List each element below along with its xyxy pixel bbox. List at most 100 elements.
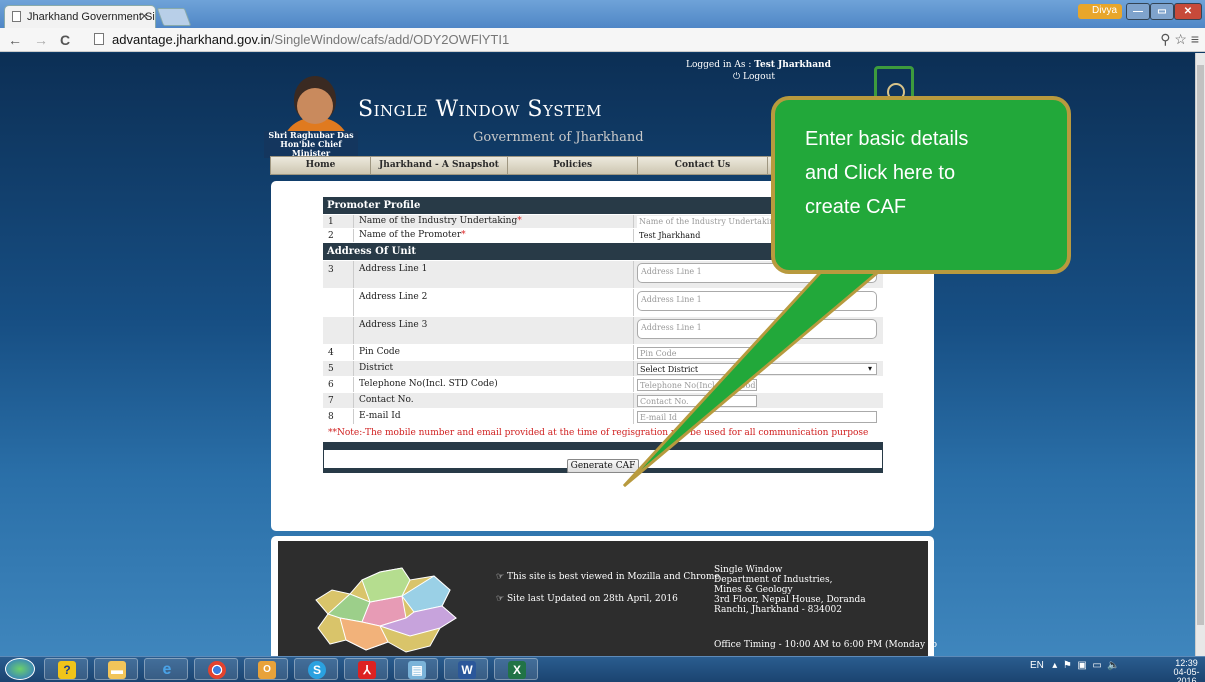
- chief-minister-caption: Shri Raghubar Das Hon'ble Chief Minister: [264, 131, 358, 158]
- footer-note-updated-text: Site last Updated on 28th April, 2016: [506, 594, 678, 604]
- contact-no-field[interactable]: Contact No.: [633, 393, 883, 408]
- email-input[interactable]: E-mail Id: [637, 411, 877, 423]
- address-line: Single Window: [714, 565, 783, 575]
- telephone-input[interactable]: Telephone No(Incl. STD Code): [637, 379, 757, 391]
- jharkhand-map-image: [315, 567, 457, 653]
- row-number: [323, 317, 353, 344]
- help-app[interactable]: ?: [44, 658, 88, 680]
- promoter-name-input[interactable]: Test Jharkhand: [637, 230, 779, 242]
- email-field[interactable]: E-mail Id: [633, 409, 883, 424]
- row-number: 3: [328, 265, 334, 275]
- word-app[interactable]: W: [444, 658, 488, 680]
- skype-icon: S: [308, 661, 326, 679]
- office-timing: Office Timing - 10:00 AM to 6:00 PM (Mon…: [714, 640, 938, 650]
- district-select[interactable]: Select District: [637, 363, 877, 375]
- row-number: 5: [328, 364, 334, 374]
- internet-explorer-icon: e: [162, 661, 172, 678]
- pin-code-field[interactable]: Pin Code: [633, 345, 883, 360]
- minimize-button[interactable]: —: [1126, 3, 1150, 20]
- address-line: Mines & Geology: [714, 585, 793, 595]
- address-line-2-input[interactable]: Address Line 1: [637, 291, 877, 311]
- logout-link[interactable]: ⏻ Logout: [733, 72, 775, 82]
- field-label: Name of the Industry Undertaking*: [353, 215, 633, 228]
- url-field[interactable]: advantage.jharkhand.gov.in/SingleWindow/…: [88, 30, 1168, 49]
- generate-caf-button[interactable]: Generate CAF: [566, 459, 640, 473]
- skype-app[interactable]: S: [294, 658, 338, 680]
- form-row: 6 Telephone No(Incl. STD Code) Telephone…: [323, 376, 883, 392]
- close-window-button[interactable]: ✕: [1174, 3, 1202, 20]
- scrollbar[interactable]: [1195, 53, 1205, 656]
- excel-app[interactable]: X: [494, 658, 538, 680]
- logout-label: Logout: [743, 72, 775, 82]
- reload-icon[interactable]: C: [60, 32, 70, 48]
- contact-no-input[interactable]: Contact No.: [637, 395, 757, 407]
- word-icon: W: [458, 661, 476, 679]
- tab-title: Jharkhand Government Si: [27, 11, 155, 23]
- system-tray[interactable]: EN ▴ ⚑ ▣ ▭ 🔈: [1030, 660, 1120, 671]
- field-label: Contact No.: [353, 393, 633, 408]
- industry-name-input[interactable]: Name of the Industry Undertaking: [637, 216, 779, 228]
- maximize-button[interactable]: ▭: [1150, 3, 1174, 20]
- generate-row: Generate CAF: [323, 450, 883, 473]
- nav-contact[interactable]: Contact Us: [638, 157, 768, 174]
- nav-policies[interactable]: Policies: [508, 157, 638, 174]
- chrome-icon: [208, 661, 226, 679]
- acrobat-app[interactable]: ⅄: [344, 658, 388, 680]
- tray-icons[interactable]: ▴ ⚑ ▣ ▭ 🔈: [1047, 660, 1120, 671]
- pointing-hand-icon: ☞: [496, 572, 507, 582]
- clock-date: 04-05-2016: [1173, 667, 1200, 682]
- address-line: Ranchi, Jharkhand - 834002: [714, 605, 842, 615]
- footer-note-browser-text: This site is best viewed in Mozilla and …: [506, 572, 720, 582]
- site-title: Single Window System: [358, 97, 602, 122]
- footer-address: Single Window Department of Industries, …: [714, 565, 866, 615]
- address-line-2-field[interactable]: Address Line 1: [633, 289, 883, 316]
- field-label: Name of the Promoter*: [353, 229, 633, 242]
- address-bar-row: ← → C advantage.jharkhand.gov.in/SingleW…: [0, 28, 1205, 52]
- scrollbar-thumb[interactable]: [1197, 65, 1204, 625]
- help-icon: ?: [58, 661, 76, 679]
- nav-home[interactable]: Home: [271, 157, 371, 174]
- address-line-3-input[interactable]: Address Line 1: [637, 319, 877, 339]
- excel-icon: X: [508, 661, 526, 679]
- footer-note-browser: ☞ This site is best viewed in Mozilla an…: [496, 572, 720, 582]
- pin-code-input[interactable]: Pin Code: [637, 347, 757, 359]
- taskbar-clock[interactable]: 12:39 04-05-2016: [1168, 659, 1205, 682]
- forward-icon[interactable]: →: [34, 32, 48, 48]
- telephone-field[interactable]: Telephone No(Incl. STD Code): [633, 377, 883, 392]
- address-line: 3rd Floor, Nepal House, Doranda: [714, 595, 866, 605]
- notepad-app[interactable]: ▤: [394, 658, 438, 680]
- address-line-3-field[interactable]: Address Line 1: [633, 317, 883, 344]
- field-label: Pin Code: [353, 345, 633, 360]
- back-icon[interactable]: ←: [8, 32, 22, 48]
- zoom-star-menu-icons[interactable]: ⚲ ☆ ≡: [1160, 31, 1199, 48]
- field-label: District: [353, 361, 633, 376]
- start-button[interactable]: [5, 658, 35, 680]
- url-path: /SingleWindow/cafs/add/ODY2OWFlYTI1: [270, 32, 510, 47]
- close-tab-icon[interactable]: ✕: [140, 10, 149, 23]
- internet-explorer-app[interactable]: e: [144, 658, 188, 680]
- browser-tab[interactable]: Jharkhand Government Si ✕: [4, 5, 156, 28]
- field-label: E-mail Id: [353, 409, 633, 424]
- logged-in-label: Logged in As :: [686, 60, 752, 70]
- form-row: Address Line 2 Address Line 1: [323, 288, 883, 316]
- form-divider: [323, 442, 883, 450]
- district-field[interactable]: Select District: [633, 361, 883, 376]
- field-label: Address Line 2: [353, 289, 633, 316]
- footer-note-updated: ☞ Site last Updated on 28th April, 2016: [496, 594, 678, 604]
- row-number: 4: [328, 348, 334, 358]
- form-row: 4 Pin Code Pin Code: [323, 344, 883, 360]
- outlook-app[interactable]: O: [244, 658, 288, 680]
- notepad-icon: ▤: [408, 661, 426, 679]
- language-indicator[interactable]: EN: [1030, 660, 1044, 671]
- communication-note: **Note:-The mobile number and email prov…: [323, 424, 883, 442]
- chrome-app[interactable]: [194, 658, 238, 680]
- form-row: 5 District Select District: [323, 360, 883, 376]
- row-number: 7: [328, 396, 334, 406]
- explorer-app[interactable]: ▬: [94, 658, 138, 680]
- field-label: Address Line 3: [353, 317, 633, 344]
- form-row: 8 E-mail Id E-mail Id: [323, 408, 883, 424]
- user-profile-badge[interactable]: Divya: [1078, 4, 1122, 19]
- outlook-icon: O: [258, 661, 276, 679]
- pointing-hand-icon: ☞: [496, 594, 507, 604]
- nav-snapshot[interactable]: Jharkhand - A Snapshot: [371, 157, 508, 174]
